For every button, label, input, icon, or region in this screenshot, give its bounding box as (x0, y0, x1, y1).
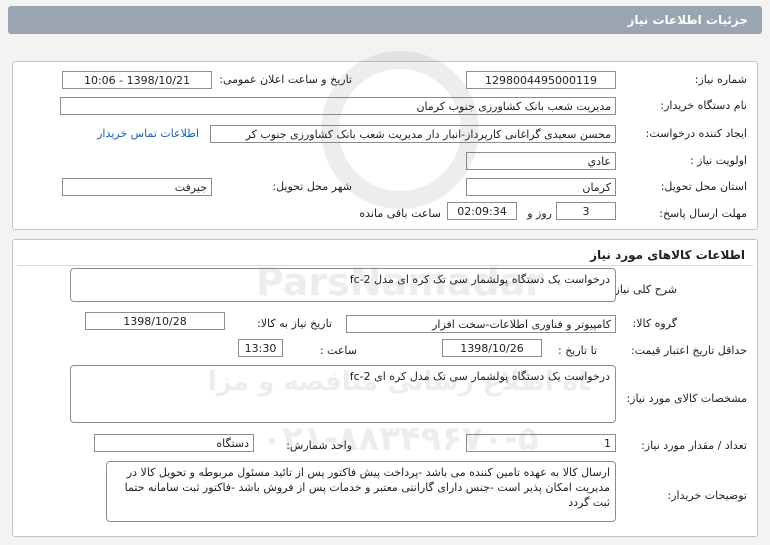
count-unit-label: واحد شمارش: (286, 439, 352, 452)
delivery-province-field: کرمان (466, 178, 616, 196)
goods-group-field: کامپیوتر و فناوری اطلاعات-سخت افزار (346, 315, 616, 333)
deadline-days-field: 3 (556, 202, 616, 220)
need-date-field: 1398/10/28 (85, 312, 225, 330)
delivery-province-label: استان محل تحویل: (660, 180, 747, 193)
priority-label: اولویت نیاز : (689, 154, 747, 167)
count-unit-field: دستگاه (94, 434, 254, 452)
days-and-label: روز و (527, 207, 552, 220)
buyer-contact-link[interactable]: اطلاعات تماس خریدار (97, 127, 199, 140)
response-deadline-label: مهلت ارسال پاسخ: (659, 207, 747, 220)
summary-field: درخواست یک دستگاه پولشمار سی تک کره ای م… (70, 268, 616, 302)
buyer-notes-label: توضیحات خریدار: (667, 489, 748, 502)
delivery-city-field: جیرفت (62, 178, 212, 196)
goods-info-panel: اطلاعات کالاهای مورد نیاز شرح کلی نیاز: … (12, 239, 758, 537)
need-date-label: تاریخ نیاز به کالا: (257, 317, 332, 330)
goods-section-title: اطلاعات کالاهای مورد نیاز (590, 248, 745, 262)
validity-hour-field: 13:30 (238, 339, 283, 357)
buyer-notes-field: ارسال کالا به عهده تامین کننده می باشد -… (106, 461, 616, 522)
announce-datetime-field: 1398/10/21 - 10:06 (62, 71, 212, 89)
specs-label: مشخصات کالای مورد نیاز: (626, 392, 747, 405)
page-title: جزئیات اطلاعات نیاز (627, 13, 748, 27)
summary-label: شرح کلی نیاز: (610, 283, 677, 296)
announce-datetime-label: تاریخ و ساعت اعلان عمومی: (219, 73, 352, 86)
until-date-label: تا تاریخ : (558, 344, 597, 357)
page-header: جزئیات اطلاعات نیاز (8, 6, 762, 34)
need-number-label: شماره نیاز: (694, 73, 747, 86)
specs-field: درخواست یک دستگاه پولشمار سی تک مدل کره … (70, 365, 616, 423)
need-number-field: 1298004495000119 (466, 71, 616, 89)
need-info-panel: شماره نیاز: 1298004495000119 تاریخ و ساع… (12, 61, 758, 230)
buyer-org-label: نام دستگاه خریدار: (660, 99, 747, 112)
until-date-field: 1398/10/26 (442, 339, 542, 357)
validity-hour-label: ساعت : (319, 344, 357, 357)
deadline-time-field: 02:09:34 (447, 202, 517, 220)
remaining-label: ساعت باقی مانده (359, 207, 441, 220)
quantity-field: 1 (466, 434, 616, 452)
priority-field: عادي (466, 152, 616, 170)
buyer-org-field: مدیریت شعب بانک کشاورزی جنوب کرمان (60, 97, 616, 115)
quantity-label: تعداد / مقدار مورد نیاز: (641, 439, 747, 452)
request-creator-field: محسن سعیدی گراغانی کارپرداز-انبار دار مد… (210, 125, 616, 143)
section-divider (17, 265, 753, 266)
delivery-city-label: شهر محل تحویل: (272, 180, 352, 193)
price-validity-label: حداقل تاریخ اعتبار قیمت: (631, 344, 747, 357)
goods-group-label: گروه کالا: (632, 317, 677, 330)
request-creator-label: ایجاد کننده درخواست: (645, 127, 747, 140)
